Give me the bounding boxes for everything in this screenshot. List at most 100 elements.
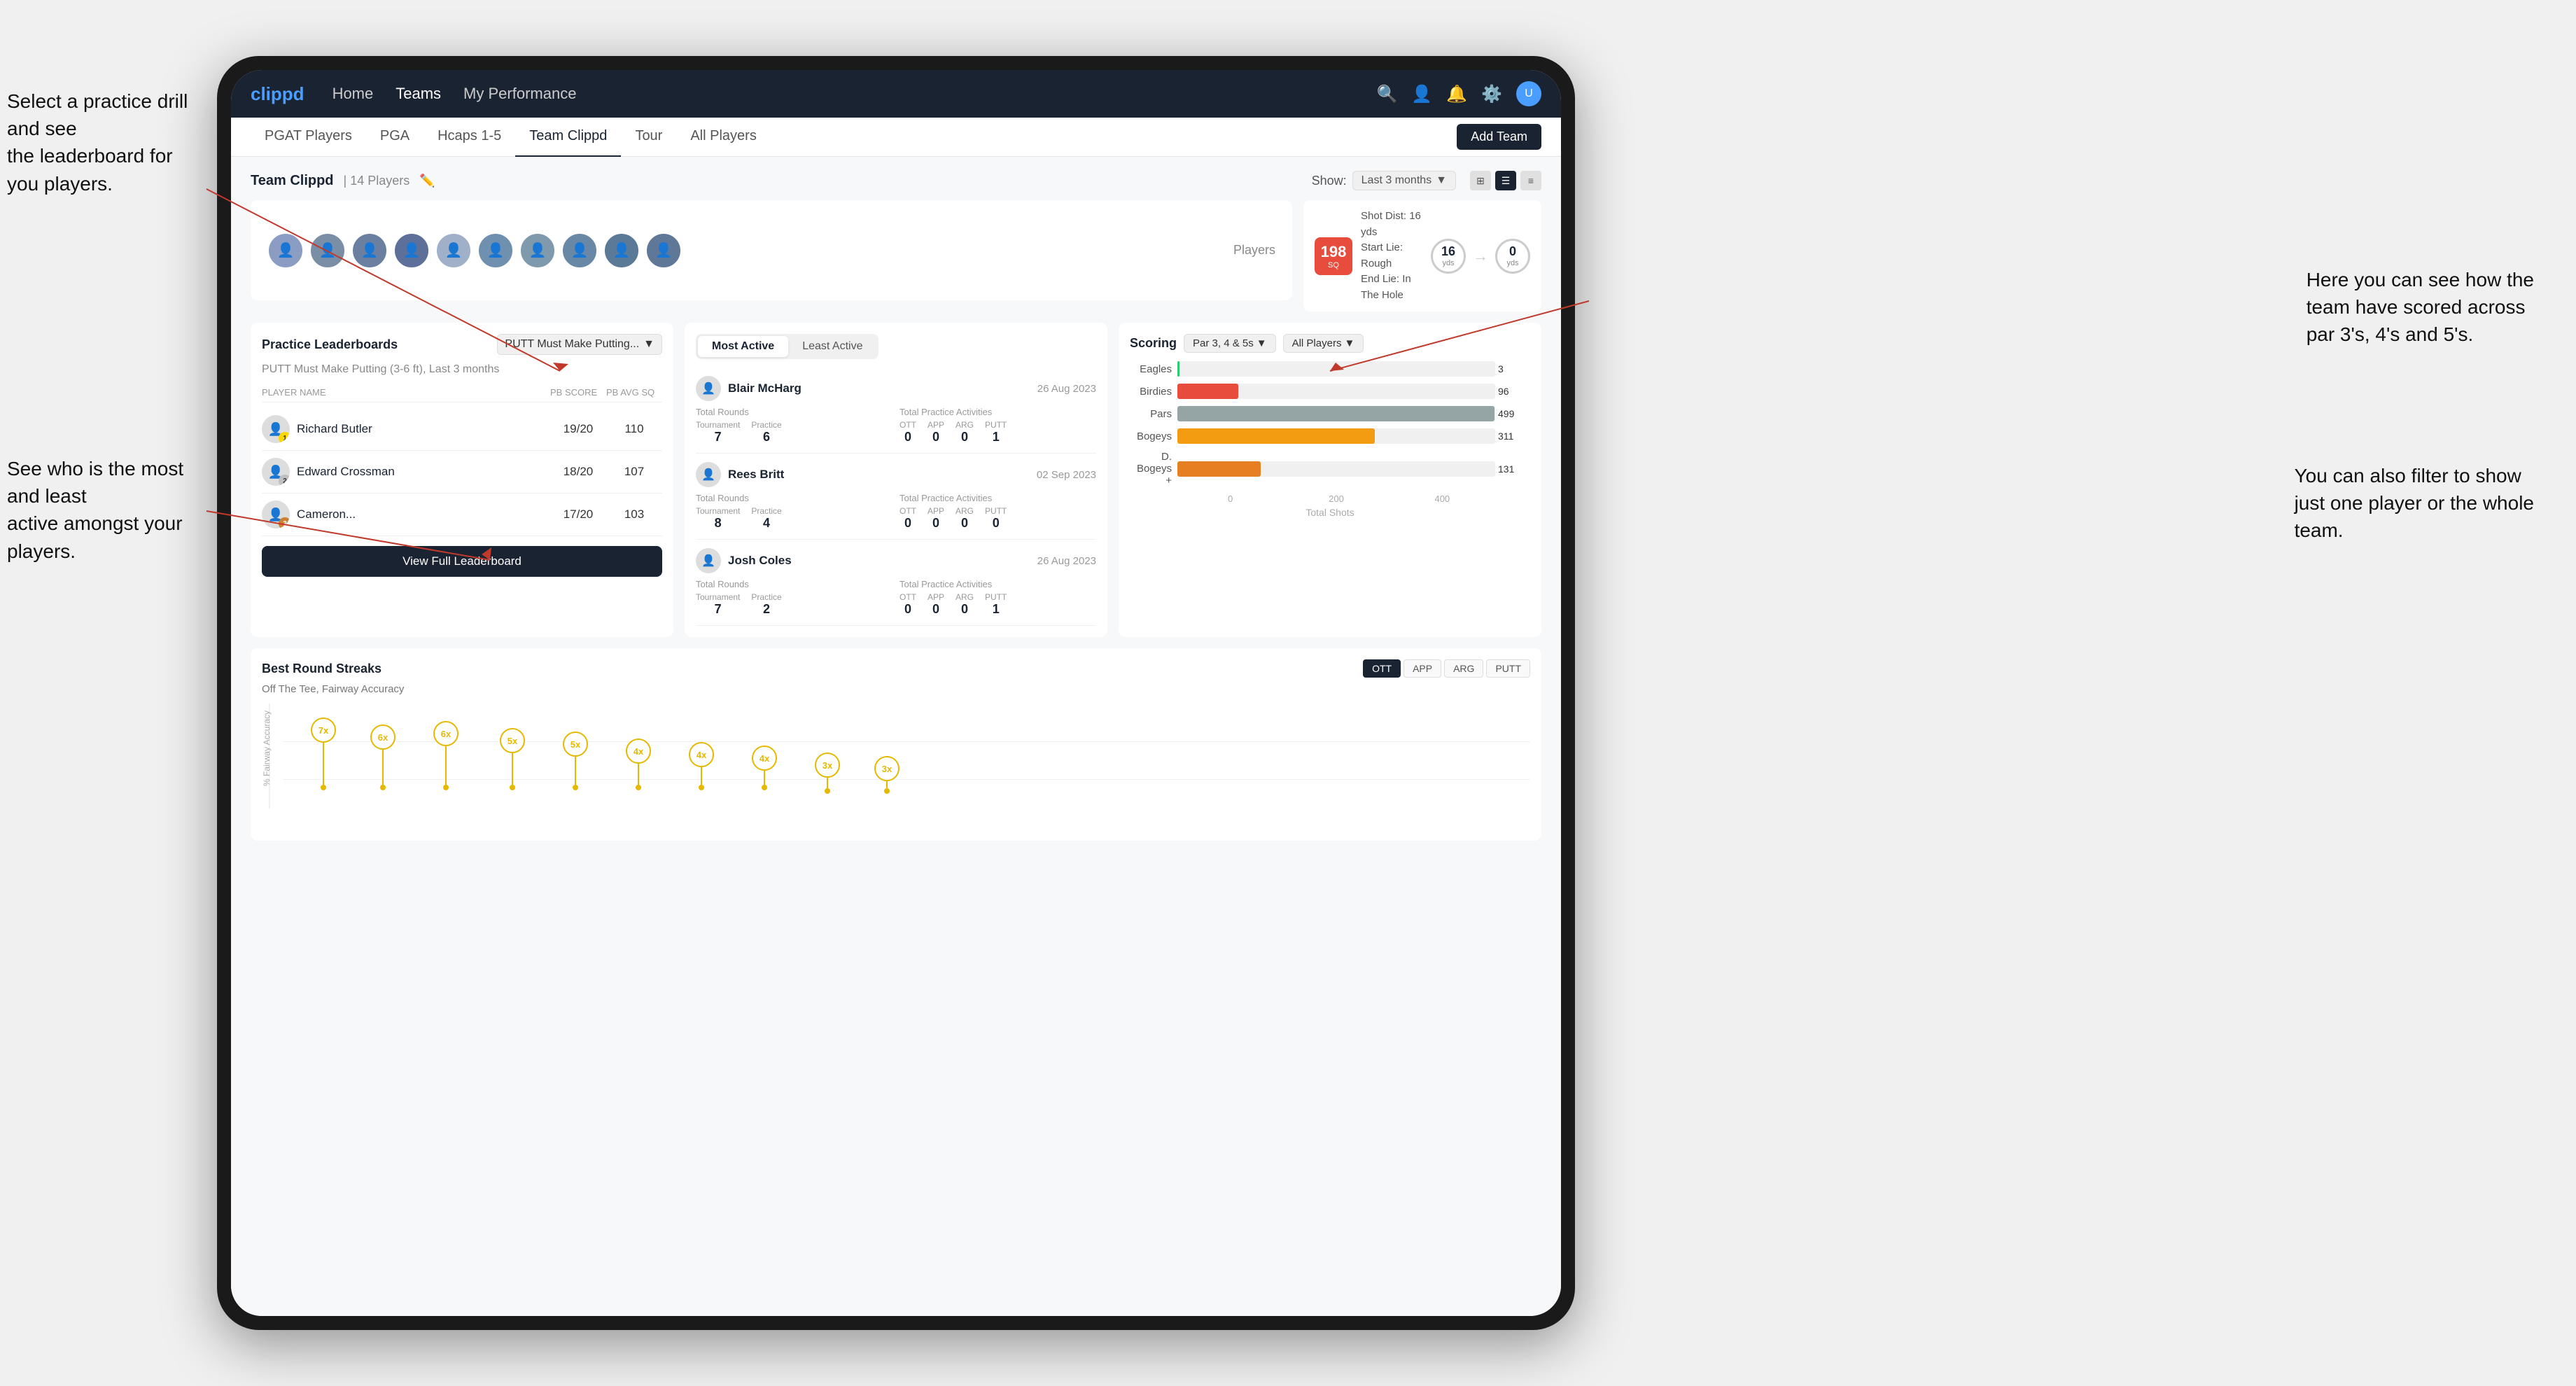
streak-pin-9[interactable]: 3x: [815, 752, 840, 794]
rounds-stats-1: Tournament 7 Practice 6: [696, 420, 892, 444]
ipad-frame: clippd Home Teams My Performance 🔍 👤 🔔 ⚙…: [217, 56, 1575, 1330]
most-active-tab[interactable]: Most Active: [698, 336, 788, 357]
streak-dot-2: [380, 785, 386, 790]
drill-selector[interactable]: PUTT Must Make Putting... ▼: [497, 334, 662, 355]
three-col-section: Practice Leaderboards PUTT Must Make Put…: [251, 323, 1541, 637]
streak-pin-7[interactable]: 4x: [689, 742, 714, 790]
settings-icon[interactable]: ⚙️: [1481, 84, 1502, 104]
subnav-team-clippd[interactable]: Team Clippd: [515, 118, 621, 157]
total-shots-label: Total Shots: [1130, 507, 1530, 518]
player-avatar-4[interactable]: 👤: [393, 232, 430, 269]
player-avatar-6[interactable]: 👤: [477, 232, 514, 269]
tournament-stat-3: Tournament 7: [696, 592, 740, 617]
nav-teams[interactable]: Teams: [396, 85, 441, 103]
streak-pin-2[interactable]: 6x: [370, 724, 396, 790]
activity-card: Most Active Least Active 👤 Blair McHarg …: [685, 323, 1107, 637]
user-avatar[interactable]: U: [1516, 81, 1541, 106]
ott-stat-3: OTT 0: [899, 592, 916, 617]
subnav-tour[interactable]: Tour: [621, 118, 676, 157]
streak-pin-8[interactable]: 4x: [752, 746, 777, 790]
streak-pin-6[interactable]: 4x: [626, 738, 651, 790]
player-avatar-3[interactable]: 👤: [351, 232, 388, 269]
lb-avatar-1: 👤 1: [262, 415, 290, 443]
search-icon[interactable]: 🔍: [1376, 84, 1397, 104]
clippd-logo: clippd: [251, 83, 304, 105]
lb-avatar-2: 👤 2: [262, 458, 290, 486]
axis-0: 0: [1177, 493, 1283, 504]
scoring-title: Scoring: [1130, 336, 1177, 351]
streak-dot-9: [825, 788, 830, 794]
scoring-par-filter[interactable]: Par 3, 4 & 5s ▼: [1184, 334, 1276, 353]
streak-pin-10[interactable]: 3x: [874, 756, 899, 794]
streak-line-6: [638, 764, 639, 785]
nav-my-performance[interactable]: My Performance: [463, 85, 576, 103]
detail-view-icon[interactable]: ≡: [1520, 171, 1541, 190]
people-icon[interactable]: 👤: [1411, 84, 1432, 104]
annotation-top-right: Here you can see how theteam have scored…: [2306, 266, 2534, 349]
chart-axis: 0 200 400: [1177, 493, 1530, 504]
lb-player-1: 👤 1 Richard Butler: [262, 415, 550, 443]
activity-player-3[interactable]: 👤 Josh Coles 26 Aug 2023 Total Rounds To…: [696, 540, 1096, 626]
streak-pin-1[interactable]: 7x: [311, 718, 336, 790]
player-avatar-1[interactable]: 👤: [267, 232, 304, 269]
grid-view-icon[interactable]: ⊞: [1470, 171, 1491, 190]
bogeys-bar-container: 311: [1177, 428, 1495, 444]
bogeys-bar: [1177, 428, 1375, 444]
streak-pin-4[interactable]: 5x: [500, 728, 525, 790]
streak-circle-5: 5x: [563, 732, 588, 757]
lb-score-2: 18/20: [550, 465, 606, 479]
streak-dot-8: [762, 785, 767, 790]
player-avatar-7[interactable]: 👤: [519, 232, 556, 269]
player-avatar-2[interactable]: 👤: [309, 232, 346, 269]
putt-stat-2: PUTT 0: [985, 506, 1007, 531]
app-filter-btn[interactable]: APP: [1404, 659, 1441, 678]
player-avatar-8[interactable]: 👤: [561, 232, 598, 269]
ott-filter-btn[interactable]: OTT: [1363, 659, 1401, 678]
least-active-tab[interactable]: Least Active: [788, 336, 876, 357]
subnav-pgat[interactable]: PGAT Players: [251, 118, 366, 157]
edit-icon[interactable]: ✏️: [419, 174, 435, 188]
scoring-player-filter[interactable]: All Players ▼: [1283, 334, 1364, 353]
birdies-bar: [1177, 384, 1238, 399]
lb-row-3[interactable]: 👤 3 Cameron... 17/20 103: [262, 493, 662, 536]
arg-filter-btn[interactable]: ARG: [1444, 659, 1483, 678]
activity-player-1[interactable]: 👤 Blair McHarg 26 Aug 2023 Total Rounds …: [696, 368, 1096, 454]
subnav-hcaps[interactable]: Hcaps 1-5: [424, 118, 515, 157]
annotation-bottom-right: You can also filter to showjust one play…: [2295, 462, 2534, 545]
streak-dot-7: [699, 785, 704, 790]
scoring-chart: Eagles 3 Birdies 96: [1130, 361, 1530, 486]
bogeys-value: 311: [1498, 430, 1520, 442]
ipad-screen: clippd Home Teams My Performance 🔍 👤 🔔 ⚙…: [231, 70, 1561, 1316]
axis-400: 400: [1390, 493, 1495, 504]
leaderboard-subtitle: PUTT Must Make Putting (3-6 ft), Last 3 …: [262, 363, 662, 376]
lb-name-1: Richard Butler: [297, 422, 372, 436]
nav-home[interactable]: Home: [332, 85, 374, 103]
list-view-icon[interactable]: ☰: [1495, 171, 1516, 190]
streak-dot-3: [443, 785, 449, 790]
practice-stat-3: Practice 2: [751, 592, 781, 617]
streak-pin-3[interactable]: 6x: [433, 721, 458, 790]
show-period-selector[interactable]: Last 3 months ▼: [1352, 171, 1456, 190]
activity-player-2[interactable]: 👤 Rees Britt 02 Sep 2023 Total Rounds To…: [696, 454, 1096, 540]
subnav-pga[interactable]: PGA: [366, 118, 424, 157]
lb-name-2: Edward Crossman: [297, 465, 395, 479]
streak-circle-6: 4x: [626, 738, 651, 764]
streak-pin-5[interactable]: 5x: [563, 732, 588, 790]
view-full-leaderboard-button[interactable]: View Full Leaderboard: [262, 546, 662, 577]
player-avatar-10[interactable]: 👤: [645, 232, 682, 269]
subnav-all-players[interactable]: All Players: [676, 118, 770, 157]
bell-icon[interactable]: 🔔: [1446, 84, 1467, 104]
add-team-button[interactable]: Add Team: [1457, 124, 1541, 150]
putt-stat-1: PUTT 1: [985, 420, 1007, 444]
app-stat-1: APP 0: [927, 420, 944, 444]
players-label: Players: [1233, 243, 1275, 258]
streak-line-9: [827, 778, 828, 788]
player-avatar-9[interactable]: 👤: [603, 232, 640, 269]
lb-row-2[interactable]: 👤 2 Edward Crossman 18/20 107: [262, 451, 662, 493]
chart-row-eagles: Eagles 3: [1130, 361, 1495, 377]
player-avatar-5[interactable]: 👤: [435, 232, 472, 269]
practice-leaderboard-card: Practice Leaderboards PUTT Must Make Put…: [251, 323, 673, 637]
lb-row-1[interactable]: 👤 1 Richard Butler 19/20 110: [262, 408, 662, 451]
putt-filter-btn[interactable]: PUTT: [1486, 659, 1530, 678]
streaks-chart: % Fairway Accuracy 7x 6x 6x: [262, 704, 1530, 830]
